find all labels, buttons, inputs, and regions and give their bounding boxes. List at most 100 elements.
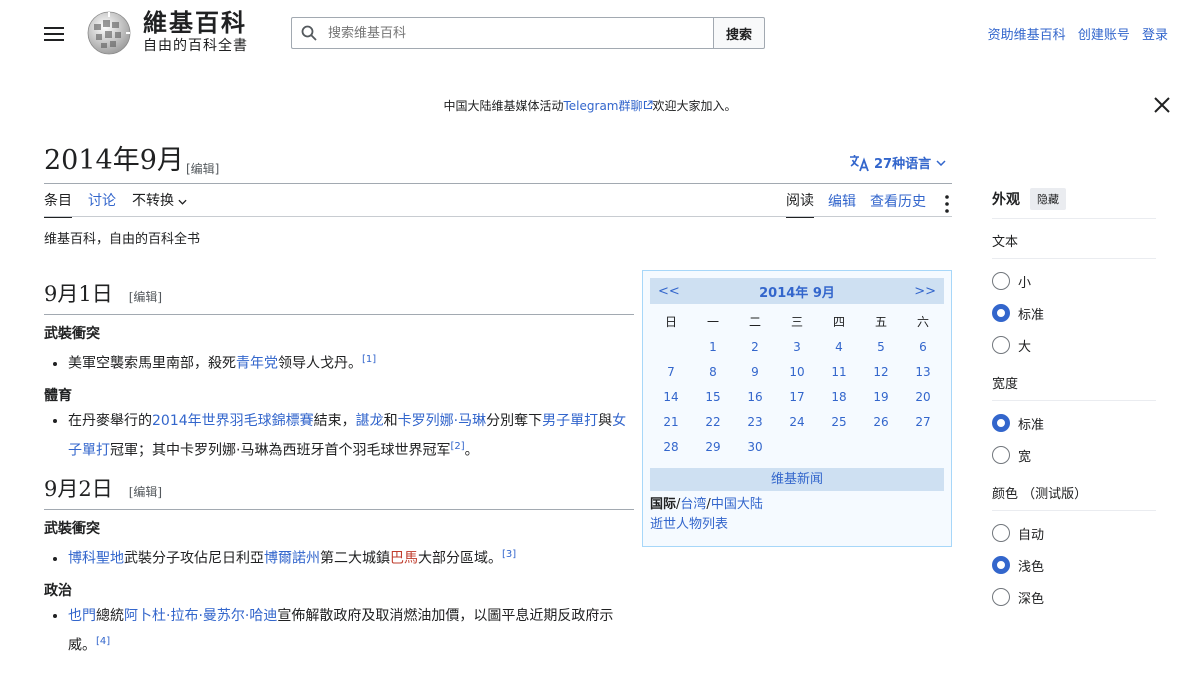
calendar-day-cell: 1	[692, 335, 734, 360]
tab-edit[interactable]: 编辑	[828, 191, 856, 217]
calendar-day-cell: 30	[734, 435, 776, 460]
redlink[interactable]: 巴馬	[390, 551, 418, 567]
calendar-day-link[interactable]: 29	[705, 440, 720, 454]
wikipedia-globe-logo[interactable]	[84, 10, 134, 56]
article-link[interactable]: 博科聖地	[68, 551, 124, 567]
reference-link[interactable]: [3]	[502, 549, 516, 560]
calendar-day-link[interactable]: 9	[751, 365, 759, 379]
article-link[interactable]: 諶龙	[356, 413, 384, 429]
reference-link[interactable]: [1]	[362, 354, 376, 365]
subsection-heading: 體育	[44, 387, 72, 404]
calendar-weekday: 一	[706, 315, 719, 329]
calendar-day-link[interactable]: 26	[873, 415, 888, 429]
tab-history[interactable]: 查看历史	[870, 191, 926, 217]
radio-unselected-icon[interactable]	[992, 524, 1010, 542]
calendar-day-link[interactable]: 10	[789, 365, 804, 379]
tab-talk[interactable]: 讨论	[88, 190, 116, 218]
calendar-day-link[interactable]: 23	[747, 415, 762, 429]
appearance-option-label: 标准	[1018, 417, 1045, 433]
calendar-day-link[interactable]: 19	[873, 390, 888, 404]
section-edit-link[interactable]: [编辑]	[129, 483, 162, 500]
reference-link[interactable]: [4]	[96, 636, 110, 647]
search-button[interactable]: 搜索	[713, 17, 765, 49]
appearance-option[interactable]: 深色	[992, 581, 1156, 613]
calendar-day-link[interactable]: 24	[789, 415, 804, 429]
article-link[interactable]: 男子單打	[542, 413, 598, 429]
calendar-foot-label: 国际	[650, 497, 677, 512]
calendar-day-link[interactable]: 15	[705, 390, 720, 404]
section-edit-link[interactable]: [编辑]	[129, 288, 162, 305]
section-heading-text: 9月1日	[44, 282, 113, 306]
article-link[interactable]: 2014年世界羽毛球錦標賽	[152, 413, 314, 429]
calendar-day-link[interactable]: 28	[663, 440, 678, 454]
radio-unselected-icon[interactable]	[992, 446, 1010, 464]
calendar-day-link[interactable]: 11	[831, 365, 846, 379]
more-vertical-icon[interactable]	[942, 194, 952, 214]
appearance-hide-button[interactable]: 隐藏	[1030, 188, 1066, 210]
language-button[interactable]: 27种语言	[849, 153, 946, 172]
calendar-deaths-link[interactable]: 逝世人物列表	[650, 517, 728, 532]
appearance-option[interactable]: 宽	[992, 439, 1156, 471]
radio-unselected-icon[interactable]	[992, 336, 1010, 354]
variant-dropdown[interactable]: 不转换	[132, 190, 188, 218]
calendar-day-link[interactable]: 12	[873, 365, 888, 379]
article-link[interactable]: 卡罗列娜·马琳	[398, 413, 486, 429]
appearance-option[interactable]: 大	[992, 329, 1156, 361]
calendar-day-link[interactable]: 8	[709, 365, 717, 379]
appearance-option[interactable]: 标准	[992, 407, 1156, 439]
calendar-news-link[interactable]: 维基新闻	[650, 468, 944, 491]
appearance-group-label: 颜色 （测试版）	[992, 483, 1156, 511]
search-input[interactable]	[326, 24, 706, 42]
wordmark[interactable]: 維基百科 自由的百科全書	[143, 9, 248, 55]
appearance-option[interactable]: 自动	[992, 517, 1156, 549]
calendar-day-link[interactable]: 3	[793, 340, 801, 354]
appearance-panel: 外观 隐藏 文本小标准大宽度 标准宽颜色 （测试版） 自动 浅色 深色	[992, 188, 1156, 613]
calendar-day-link[interactable]: 21	[663, 415, 678, 429]
calendar-foot-taiwan[interactable]: 台湾	[680, 497, 706, 512]
appearance-option[interactable]: 标准	[992, 297, 1156, 329]
appearance-option[interactable]: 小	[992, 265, 1156, 297]
create-account-link[interactable]: 创建账号	[1078, 28, 1130, 43]
radio-unselected-icon[interactable]	[992, 588, 1010, 606]
calendar-day-link[interactable]: 18	[831, 390, 846, 404]
appearance-option[interactable]: 浅色	[992, 549, 1156, 581]
article-link[interactable]: 青年党	[236, 356, 278, 372]
radio-selected-icon[interactable]	[992, 414, 1010, 432]
calendar-day-link[interactable]: 25	[831, 415, 846, 429]
calendar-day-link[interactable]: 2	[751, 340, 759, 354]
tab-article[interactable]: 条目	[44, 190, 72, 218]
article-link[interactable]: 阿卜杜·拉布·曼苏尔·哈迪	[124, 608, 277, 624]
calendar-day-link[interactable]: 1	[709, 340, 717, 354]
telegram-link[interactable]: Telegram群聊	[564, 99, 643, 113]
reference-link[interactable]: [2]	[450, 441, 464, 452]
calendar-day-link[interactable]: 16	[747, 390, 762, 404]
notice-prefix: 中国大陆维基媒体活动	[443, 99, 564, 113]
radio-selected-icon[interactable]	[992, 556, 1010, 574]
calendar-day-link[interactable]: 22	[705, 415, 720, 429]
login-link[interactable]: 登录	[1142, 28, 1168, 43]
article-link[interactable]: 博爾諾州	[264, 551, 320, 567]
calendar-day-link[interactable]: 6	[919, 340, 927, 354]
tab-read[interactable]: 阅读	[786, 190, 814, 218]
radio-selected-icon[interactable]	[992, 304, 1010, 322]
article-link[interactable]: 也門	[68, 608, 96, 624]
menu-icon[interactable]	[44, 24, 64, 42]
calendar-day-link[interactable]: 13	[915, 365, 930, 379]
calendar-day-link[interactable]: 27	[915, 415, 930, 429]
calendar-next-link[interactable]: >>	[914, 284, 936, 299]
calendar-foot-mainland[interactable]: 中国大陆	[711, 497, 763, 512]
close-icon[interactable]	[1153, 96, 1171, 114]
calendar-day-link[interactable]: 30	[747, 440, 762, 454]
radio-unselected-icon[interactable]	[992, 272, 1010, 290]
calendar-day-link[interactable]: 20	[915, 390, 930, 404]
calendar-prev-link[interactable]: <<	[658, 284, 680, 299]
calendar-month-link[interactable]: 2014年 9月	[759, 282, 835, 301]
calendar-weekday: 二	[748, 315, 761, 329]
title-edit-link[interactable]: [编辑]	[186, 160, 219, 177]
calendar-day-link[interactable]: 5	[877, 340, 885, 354]
donate-link[interactable]: 资助维基百科	[988, 28, 1066, 43]
calendar-day-link[interactable]: 14	[663, 390, 678, 404]
calendar-day-link[interactable]: 17	[789, 390, 804, 404]
calendar-day-link[interactable]: 4	[835, 340, 843, 354]
calendar-day-link[interactable]: 7	[667, 365, 675, 379]
